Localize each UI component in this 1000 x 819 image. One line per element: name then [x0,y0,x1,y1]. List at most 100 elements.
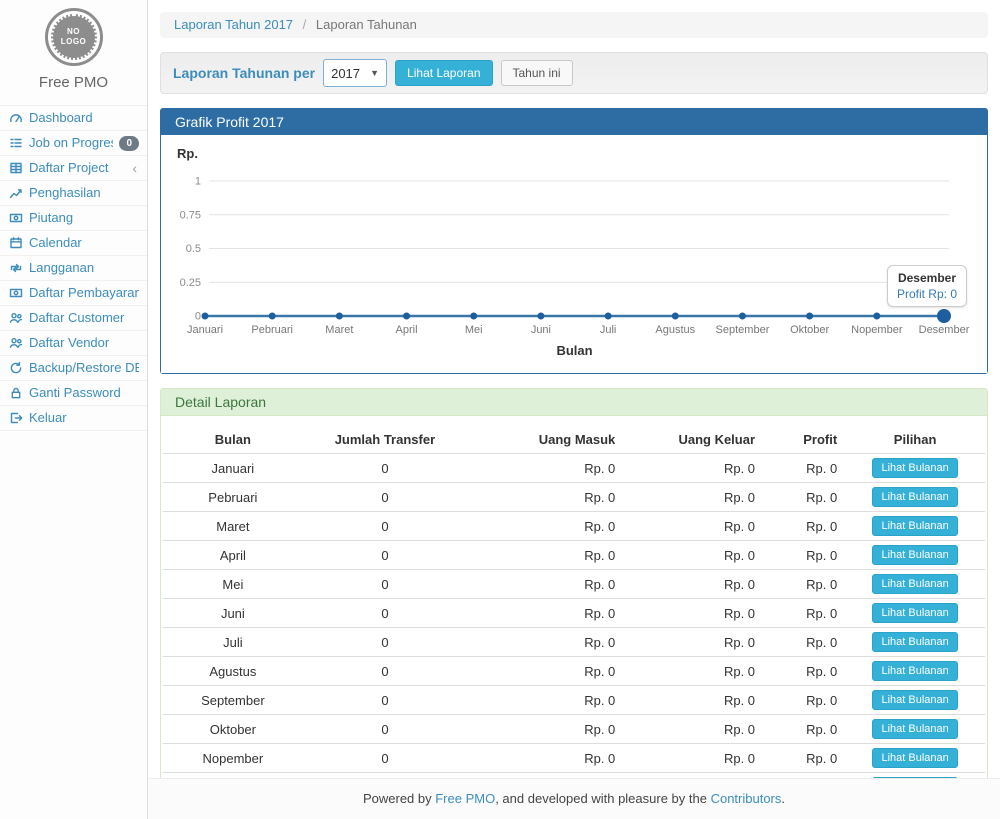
data-point[interactable] [336,313,343,320]
year-select[interactable]: 2017 ▼ [323,59,387,87]
table-row: Pebruari0Rp. 0Rp. 0Rp. 0Lihat Bulanan [163,483,985,512]
cell-uang-masuk: Rp. 0 [467,541,623,570]
cell-pilihan: Lihat Bulanan [845,715,985,744]
data-point[interactable] [269,313,276,320]
data-point[interactable] [605,313,612,320]
job-count-badge: 0 [119,136,139,151]
table-row: Juli0Rp. 0Rp. 0Rp. 0Lihat Bulanan [163,628,985,657]
sidebar-item-daftar-vendor[interactable]: Daftar Vendor [0,331,147,356]
sidebar-item-label: Penghasilan [29,185,139,201]
breadcrumb-separator: / [303,17,307,32]
data-point[interactable] [806,313,813,320]
y-tick-label: 0.25 [180,277,201,289]
cell-jumlah-transfer: 0 [303,541,467,570]
table-header-row: Bulan Jumlah Transfer Uang Masuk Uang Ke… [163,426,985,454]
sidebar-menu: Dashboard Job on Progress 0 Daftar Proje… [0,105,147,431]
breadcrumb-link[interactable]: Laporan Tahun 2017 [174,17,293,32]
chart-tooltip: Desember Profit Rp: 0 [887,265,967,307]
cell-bulan: September [163,686,303,715]
view-month-button[interactable]: Lihat Bulanan [872,458,957,478]
data-point-highlighted[interactable] [937,309,951,323]
sidebar-item-piutang[interactable]: Piutang [0,206,147,231]
sidebar: NO LOGO Free PMO Dashboard Job on Progre… [0,0,148,819]
cell-bulan: Mei [163,570,303,599]
detail-report-panel: Detail Laporan Bulan Jumlah Transfer Uan… [160,388,988,819]
sidebar-item-calendar[interactable]: Calendar [0,231,147,256]
view-month-button[interactable]: Lihat Bulanan [872,661,957,681]
view-month-button[interactable]: Lihat Bulanan [872,545,957,565]
table-row: Maret0Rp. 0Rp. 0Rp. 0Lihat Bulanan [163,512,985,541]
sidebar-item-job-on-progress[interactable]: Job on Progress 0 [0,131,147,156]
no-logo-text: NO LOGO [51,14,97,60]
view-month-button[interactable]: Lihat Bulanan [872,719,957,739]
cell-bulan: Agustus [163,657,303,686]
detail-panel-body: Bulan Jumlah Transfer Uang Masuk Uang Ke… [161,416,987,819]
sidebar-item-langganan[interactable]: Langganan [0,256,147,281]
view-month-button[interactable]: Lihat Bulanan [872,574,957,594]
cell-pilihan: Lihat Bulanan [845,599,985,628]
chart-y-axis-label: Rp. [177,146,198,161]
view-month-button[interactable]: Lihat Bulanan [872,632,957,652]
col-jumlah-transfer: Jumlah Transfer [303,426,467,454]
chevron-down-icon: ▼ [370,68,379,78]
cell-pilihan: Lihat Bulanan [845,657,985,686]
data-point[interactable] [672,313,679,320]
cell-uang-keluar: Rp. 0 [623,454,763,483]
footer-brand-link[interactable]: Free PMO [435,791,495,806]
sidebar-item-ganti-password[interactable]: Ganti Password [0,381,147,406]
lock-icon [8,386,23,401]
retweet-icon [8,261,23,276]
data-point[interactable] [873,313,880,320]
view-month-button[interactable]: Lihat Bulanan [872,748,957,768]
table-row: Januari0Rp. 0Rp. 0Rp. 0Lihat Bulanan [163,454,985,483]
cell-bulan: April [163,541,303,570]
y-tick-label: 0 [195,311,201,323]
cell-uang-keluar: Rp. 0 [623,483,763,512]
profit-chart-panel: Grafik Profit 2017 Rp. 00.250.50.751Janu… [160,108,988,374]
data-point[interactable] [403,313,410,320]
sidebar-item-backup-restore-db[interactable]: Backup/Restore DB [0,356,147,381]
y-tick-label: 0.75 [180,209,201,221]
sidebar-item-daftar-project[interactable]: Daftar Project ‹ [0,156,147,181]
report-filter-bar: Laporan Tahunan per 2017 ▼ Lihat Laporan… [160,52,988,94]
signout-icon [8,411,23,426]
view-report-button[interactable]: Lihat Laporan [395,60,492,86]
sidebar-item-daftar-pembayaran[interactable]: Daftar Pembayaran [0,281,147,306]
cell-jumlah-transfer: 0 [303,628,467,657]
view-month-button[interactable]: Lihat Bulanan [872,487,957,507]
cell-pilihan: Lihat Bulanan [845,483,985,512]
cell-pilihan: Lihat Bulanan [845,686,985,715]
sidebar-item-dashboard[interactable]: Dashboard [0,106,147,131]
sidebar-item-keluar[interactable]: Keluar [0,406,147,431]
footer-contributors-link[interactable]: Contributors [711,791,782,806]
sidebar-item-penghasilan[interactable]: Penghasilan [0,181,147,206]
cell-profit: Rp. 0 [763,599,845,628]
view-month-button[interactable]: Lihat Bulanan [872,516,957,536]
sidebar-item-daftar-customer[interactable]: Daftar Customer [0,306,147,331]
footer-text-middle: , and developed with pleasure by the [495,791,710,806]
sidebar-item-label: Calendar [29,235,139,251]
x-tick-label: Januari [187,324,223,336]
view-month-button[interactable]: Lihat Bulanan [872,690,957,710]
this-year-button[interactable]: Tahun ini [501,60,573,86]
view-month-button[interactable]: Lihat Bulanan [872,603,957,623]
cell-jumlah-transfer: 0 [303,599,467,628]
cell-profit: Rp. 0 [763,541,845,570]
x-tick-label: Desember [919,324,970,336]
cell-pilihan: Lihat Bulanan [845,570,985,599]
no-logo-badge: NO LOGO [45,8,103,66]
cell-pilihan: Lihat Bulanan [845,628,985,657]
x-tick-label: Pebruari [251,324,293,336]
cell-pilihan: Lihat Bulanan [845,512,985,541]
cell-uang-masuk: Rp. 0 [467,628,623,657]
x-tick-label: Juni [531,324,551,336]
cell-jumlah-transfer: 0 [303,744,467,773]
x-tick-label: Mei [465,324,483,336]
data-point[interactable] [470,313,477,320]
data-point[interactable] [739,313,746,320]
x-tick-label: Agustus [655,324,695,336]
data-point[interactable] [202,313,209,320]
chevron-left-icon: ‹ [132,160,139,176]
page: NO LOGO Free PMO Dashboard Job on Progre… [0,0,1000,819]
data-point[interactable] [537,313,544,320]
